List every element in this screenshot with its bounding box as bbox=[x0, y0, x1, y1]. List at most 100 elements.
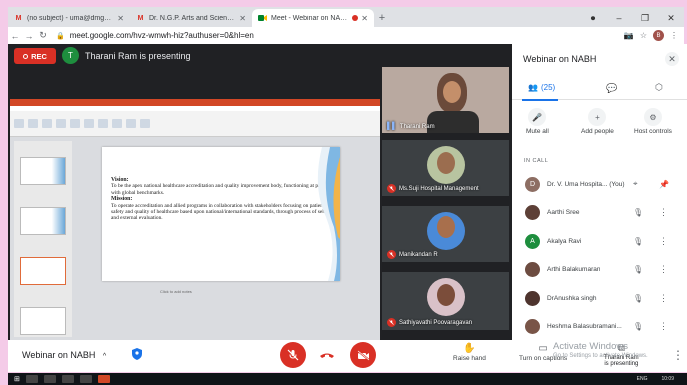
menu-icon[interactable]: ⋮ bbox=[670, 31, 678, 40]
powerpoint-icon[interactable] bbox=[97, 375, 110, 383]
participant-name: Ms.Suji Hospital Management bbox=[399, 185, 479, 192]
people-icon: 👥 bbox=[528, 83, 538, 92]
reload-icon[interactable]: ↻ bbox=[36, 30, 50, 41]
recording-badge: REC bbox=[14, 48, 56, 64]
presenting-status: is presenting bbox=[604, 361, 639, 367]
participant-row[interactable]: A Akalya Ravi 🎙 ⋮ bbox=[512, 227, 687, 256]
shared-screen: Vision: To be the apex national healthca… bbox=[10, 99, 380, 343]
more-options-icon[interactable]: ⋮ bbox=[659, 207, 668, 218]
close-tab-icon[interactable]: ✕ bbox=[361, 14, 368, 23]
mission-text: To operate accreditation and allied prog… bbox=[111, 202, 326, 222]
more-options-icon[interactable]: ⋮ bbox=[659, 293, 668, 304]
notes-placeholder: Click to add notes bbox=[160, 289, 192, 294]
participant-row[interactable]: Heshma Balasubramani... 🎙 ⋮ bbox=[512, 313, 687, 342]
leave-call-button[interactable] bbox=[314, 342, 340, 368]
pin-icon[interactable]: ⌖ bbox=[633, 179, 638, 189]
meeting-details-button[interactable]: Webinar on NABH ^ bbox=[22, 350, 106, 360]
host-controls-icon: ⚙ bbox=[643, 108, 662, 126]
tab-people[interactable]: 👥 (25) bbox=[521, 83, 559, 101]
mic-off-icon[interactable]: 🎙 bbox=[633, 294, 643, 303]
more-options-icon[interactable]: ⋮ bbox=[659, 321, 668, 332]
slide-canvas: Vision: To be the apex national healthca… bbox=[102, 147, 340, 281]
window-controls: ⏺ – ❐ ✕ bbox=[580, 9, 684, 27]
mic-off-icon[interactable]: 🎙 bbox=[633, 265, 643, 274]
file-explorer-icon[interactable] bbox=[61, 375, 74, 383]
watermark-subtitle: Go to Settings to activate Windows. bbox=[553, 353, 648, 359]
tab-title: Dr. N.G.P. Arts and Science Colle bbox=[149, 14, 236, 22]
mic-off-icon bbox=[387, 318, 396, 327]
close-window-button[interactable]: ✕ bbox=[658, 13, 684, 24]
star-icon[interactable]: ☆ bbox=[640, 31, 647, 40]
mic-off-icon[interactable]: 🎙 bbox=[633, 322, 643, 331]
participant-name: Akalya Ravi bbox=[547, 237, 582, 245]
task-view-icon[interactable] bbox=[43, 375, 56, 383]
avatar bbox=[525, 290, 540, 306]
shield-icon[interactable] bbox=[132, 348, 142, 360]
close-panel-button[interactable]: ✕ bbox=[665, 52, 679, 66]
close-tab-icon[interactable]: ✕ bbox=[117, 14, 124, 23]
microphone-toggle-button[interactable] bbox=[280, 342, 306, 368]
participant-row[interactable]: Arthi Balakumaran 🎙 ⋮ bbox=[512, 256, 687, 285]
record-icon[interactable]: ⏺ bbox=[580, 13, 606, 24]
language-indicator[interactable]: ENG bbox=[637, 376, 648, 382]
camera-toggle-button[interactable] bbox=[350, 342, 376, 368]
participant-row[interactable]: D Dr. V. Uma Hospita... (You) ⌖ 📌 bbox=[512, 170, 687, 199]
slide-thumbnail bbox=[20, 307, 66, 335]
minimize-button[interactable]: – bbox=[606, 13, 632, 23]
tab-chat[interactable]: 💬 bbox=[606, 83, 617, 94]
camera-permission-icon[interactable]: 📷 bbox=[624, 31, 634, 40]
speaking-icon: ▌▌ bbox=[387, 123, 397, 130]
url-text: meet.google.com/hvz-wmwh-hiz?authuser=0&… bbox=[69, 31, 254, 40]
powerpoint-titlebar bbox=[10, 99, 380, 106]
add-people-button[interactable]: + Add people bbox=[581, 108, 614, 135]
presenter-banner: T Tharani Ram is presenting bbox=[62, 47, 191, 64]
participant-row[interactable]: DrAnushka singh 🎙 ⋮ bbox=[512, 284, 687, 313]
panel-title: Webinar on NABH bbox=[523, 54, 597, 64]
forward-icon[interactable]: → bbox=[22, 31, 36, 41]
raise-hand-button[interactable]: ✋ Raise hand bbox=[453, 343, 486, 362]
meeting-stage: REC T Tharani Ram is presenting Vision: bbox=[8, 44, 512, 343]
browser-tab-gmail-1[interactable]: M (no subject) - uma@dmgpasc.a ✕ bbox=[8, 9, 130, 27]
profile-avatar[interactable]: B bbox=[653, 30, 664, 41]
hang-up-icon bbox=[320, 353, 334, 358]
participant-name: DrAnushka singh bbox=[547, 294, 597, 302]
mic-off-icon[interactable]: 🎙 bbox=[633, 237, 643, 246]
slide-decoration bbox=[317, 147, 340, 281]
gmail-icon: M bbox=[15, 14, 22, 22]
pin-icon[interactable]: 📌 bbox=[659, 180, 669, 189]
maximize-button[interactable]: ❐ bbox=[632, 13, 658, 24]
search-icon[interactable] bbox=[25, 375, 38, 383]
browser-toolbar: ← → ↻ 🔒 meet.google.com/hvz-wmwh-hiz?aut… bbox=[8, 27, 684, 44]
participant-tile: Manikandan R bbox=[382, 206, 509, 262]
meeting-controls-bar: Webinar on NABH ^ ✋ Raise hand ▭ Turn on… bbox=[8, 340, 687, 372]
slide-thumbnail bbox=[20, 157, 66, 185]
browser-tab-strip: M (no subject) - uma@dmgpasc.a ✕ M Dr. N… bbox=[8, 7, 684, 27]
windows-start-icon[interactable]: ⊞ bbox=[14, 375, 20, 383]
close-tab-icon[interactable]: ✕ bbox=[239, 14, 246, 23]
participant-list: D Dr. V. Uma Hospita... (You) ⌖ 📌 Aarthi… bbox=[512, 170, 687, 341]
address-bar[interactable]: 🔒 meet.google.com/hvz-wmwh-hiz?authuser=… bbox=[56, 29, 624, 42]
tab-activities[interactable]: ⬡ bbox=[655, 82, 663, 93]
presenter-avatar: T bbox=[62, 47, 79, 64]
participant-tile: Ms.Suji Hospital Management bbox=[382, 140, 509, 196]
host-controls-button[interactable]: ⚙ Host controls bbox=[634, 108, 672, 135]
participant-name: Sathiyavathi Poovaragavan bbox=[399, 319, 473, 326]
browser-tab-gmail-2[interactable]: M Dr. N.G.P. Arts and Science Colle ✕ bbox=[130, 9, 252, 27]
browser-tab-meet[interactable]: Meet - Webinar on NABH ✕ bbox=[252, 9, 374, 27]
more-options-icon[interactable]: ⋮ bbox=[659, 264, 668, 275]
participant-row[interactable]: Aarthi Sree 🎙 ⋮ bbox=[512, 199, 687, 228]
back-icon[interactable]: ← bbox=[8, 31, 22, 41]
more-options-icon[interactable]: ⋮ bbox=[672, 348, 684, 362]
raise-hand-icon: ✋ bbox=[463, 343, 476, 354]
avatar bbox=[525, 319, 540, 335]
lock-icon: 🔒 bbox=[56, 32, 65, 40]
mute-all-button[interactable]: 🎤 Mute all bbox=[526, 108, 549, 135]
people-count: (25) bbox=[540, 83, 556, 92]
more-options-icon[interactable]: ⋮ bbox=[659, 236, 668, 247]
captions-icon: ▭ bbox=[538, 343, 548, 354]
clock[interactable]: 10:09 bbox=[661, 376, 674, 382]
new-tab-button[interactable]: + bbox=[374, 9, 390, 27]
mic-off-icon[interactable]: 🎙 bbox=[633, 208, 643, 217]
tab-title: Meet - Webinar on NABH bbox=[271, 14, 350, 22]
chrome-icon[interactable] bbox=[79, 375, 92, 383]
